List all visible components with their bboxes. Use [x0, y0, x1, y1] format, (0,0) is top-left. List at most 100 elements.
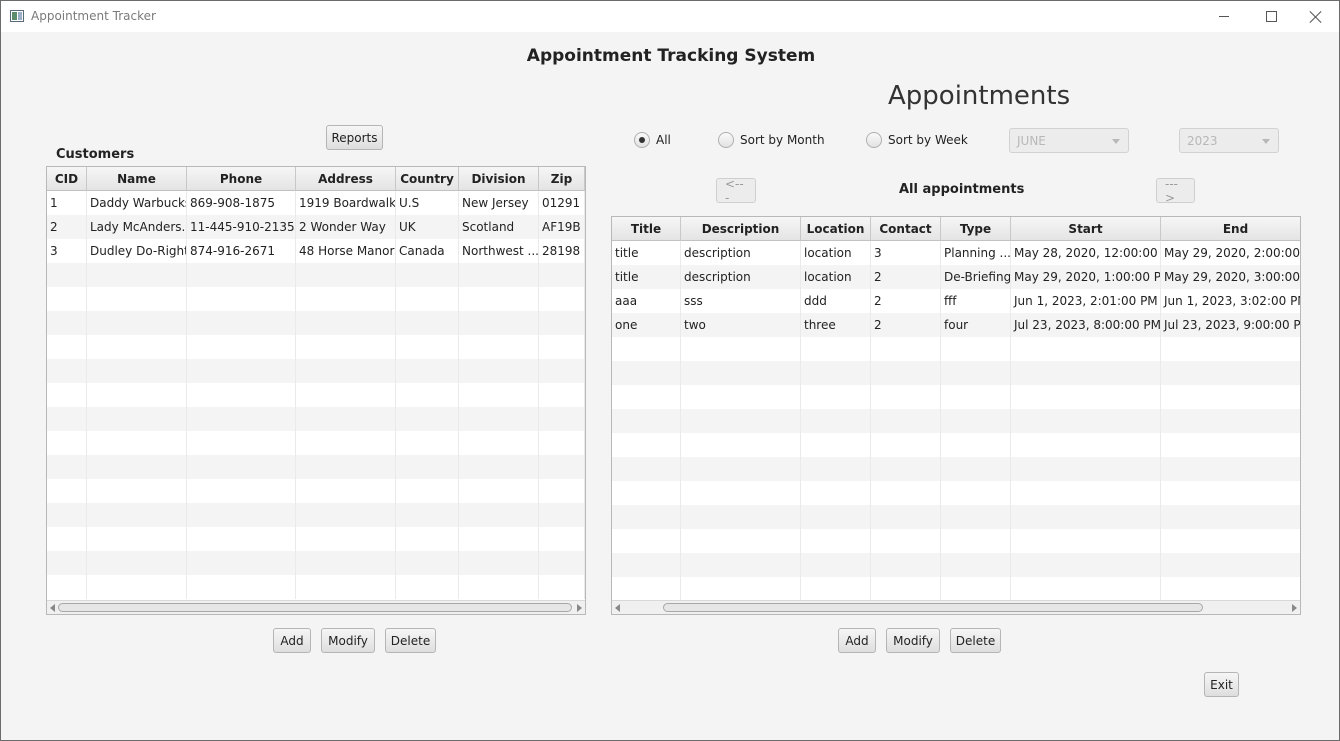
column-header[interactable]: Country [396, 167, 459, 191]
column-header[interactable]: Contact [871, 217, 941, 241]
table-cell [941, 361, 1011, 385]
scrollbar-thumb[interactable] [58, 603, 572, 612]
empty-table-row [612, 457, 1300, 481]
empty-table-row [612, 361, 1300, 385]
appointments-heading: Appointments [888, 81, 1071, 111]
radio-all[interactable]: All [634, 132, 671, 148]
table-row[interactable]: 1 Daddy Warbucks 869-908-1875 1919 Boardwal… [47, 191, 585, 215]
table-cell: May 29, 2020, 2:00:00 AM [1161, 241, 1300, 265]
table-cell [801, 553, 871, 577]
column-header[interactable]: Address [296, 167, 396, 191]
radio-sort-by-week[interactable]: Sort by Week [866, 132, 968, 148]
table-cell [47, 503, 87, 527]
modify-customer-button[interactable]: Modify [321, 628, 375, 653]
month-select[interactable]: JUNE [1009, 128, 1129, 153]
maximize-button[interactable] [1248, 1, 1294, 32]
appointments-table-header: Title Description Location Contact Type Start… [612, 217, 1300, 241]
table-cell [801, 385, 871, 409]
table-cell [1011, 337, 1161, 361]
table-row[interactable]: 3 Dudley Do-Right 874-916-2671 48 Horse Man… [47, 239, 585, 263]
table-cell [871, 505, 941, 529]
scroll-right-icon[interactable] [577, 604, 582, 612]
column-header[interactable]: Zip [539, 167, 585, 191]
column-header[interactable]: Title [612, 217, 681, 241]
column-header[interactable]: Description [681, 217, 801, 241]
table-cell: three [801, 313, 871, 337]
table-cell [681, 457, 801, 481]
empty-table-row [612, 577, 1300, 601]
table-cell [612, 337, 681, 361]
table-cell [459, 479, 539, 503]
reports-button[interactable]: Reports [326, 125, 383, 150]
empty-table-row [47, 359, 585, 383]
table-cell [801, 505, 871, 529]
table-row[interactable]: aaa sss ddd 2 fff Jun 1, 2023, 2:01:00 PM Jun … [612, 289, 1300, 313]
next-button[interactable]: ---> [1156, 177, 1195, 205]
table-row[interactable]: 2 Lady McAnders... 11-445-910-2135 2 Wonder… [47, 215, 585, 239]
appointments-table[interactable]: Title Description Location Contact Type Start… [611, 216, 1301, 615]
radio-month-indicator[interactable] [718, 132, 734, 148]
year-select[interactable]: 2023 [1179, 128, 1279, 153]
scroll-right-icon[interactable] [1292, 604, 1297, 612]
table-row[interactable]: title description location 2 De-Briefing May … [612, 265, 1300, 289]
year-select-value: 2023 [1187, 133, 1218, 148]
table-cell [941, 337, 1011, 361]
table-cell [1011, 553, 1161, 577]
column-header[interactable]: Location [801, 217, 871, 241]
exit-button[interactable]: Exit [1204, 672, 1239, 697]
table-cell [87, 551, 187, 575]
table-cell [87, 287, 187, 311]
table-cell [87, 311, 187, 335]
minimize-button[interactable] [1201, 1, 1247, 32]
column-header[interactable]: Name [87, 167, 187, 191]
delete-customer-button[interactable]: Delete [385, 628, 436, 653]
scroll-left-icon[interactable] [615, 604, 620, 612]
table-cell [801, 361, 871, 385]
table-cell [539, 527, 585, 551]
table-cell [1161, 577, 1300, 601]
table-cell: four [941, 313, 1011, 337]
table-cell [187, 263, 296, 287]
close-window-button[interactable] [1293, 1, 1339, 32]
table-cell [1161, 409, 1300, 433]
column-header[interactable]: Phone [187, 167, 296, 191]
radio-week-indicator[interactable] [866, 132, 882, 148]
column-header[interactable]: Division [459, 167, 539, 191]
table-cell [459, 431, 539, 455]
previous-button[interactable]: <--- [716, 177, 756, 205]
appointments-horizontal-scrollbar[interactable] [612, 600, 1300, 614]
scrollbar-thumb[interactable] [663, 603, 1203, 612]
customers-table[interactable]: CID Name Phone Address Country Division Zip 1D… [46, 166, 586, 615]
table-cell [47, 407, 87, 431]
column-header[interactable]: Type [941, 217, 1011, 241]
table-cell: 28198 [539, 239, 585, 263]
table-cell [681, 409, 801, 433]
table-cell [296, 311, 396, 335]
radio-sort-by-month[interactable]: Sort by Month [718, 132, 825, 148]
customers-horizontal-scrollbar[interactable] [47, 600, 585, 614]
delete-appointment-button[interactable]: Delete [950, 628, 1001, 653]
table-cell [1011, 505, 1161, 529]
table-cell: aaa [612, 289, 681, 313]
column-header[interactable]: End [1161, 217, 1300, 241]
table-cell [396, 407, 459, 431]
modify-appointment-button[interactable]: Modify [886, 628, 940, 653]
table-cell: title [612, 265, 681, 289]
table-cell: Dudley Do-Right [87, 239, 187, 263]
table-cell [1161, 481, 1300, 505]
table-row[interactable]: one two three 2 four Jul 23, 2023, 8:00:00 PM… [612, 313, 1300, 337]
table-row[interactable]: title description location 3 Planning ... May… [612, 241, 1300, 265]
scroll-left-icon[interactable] [50, 604, 55, 612]
app-icon [10, 10, 24, 22]
radio-all-indicator[interactable] [634, 132, 650, 148]
table-cell [1161, 433, 1300, 457]
column-header[interactable]: Start [1011, 217, 1161, 241]
add-customer-button[interactable]: Add [273, 628, 311, 653]
table-cell [187, 359, 296, 383]
column-header[interactable]: CID [47, 167, 87, 191]
table-cell [1161, 457, 1300, 481]
table-cell [681, 481, 801, 505]
table-cell [681, 433, 801, 457]
table-cell [681, 505, 801, 529]
add-appointment-button[interactable]: Add [838, 628, 876, 653]
